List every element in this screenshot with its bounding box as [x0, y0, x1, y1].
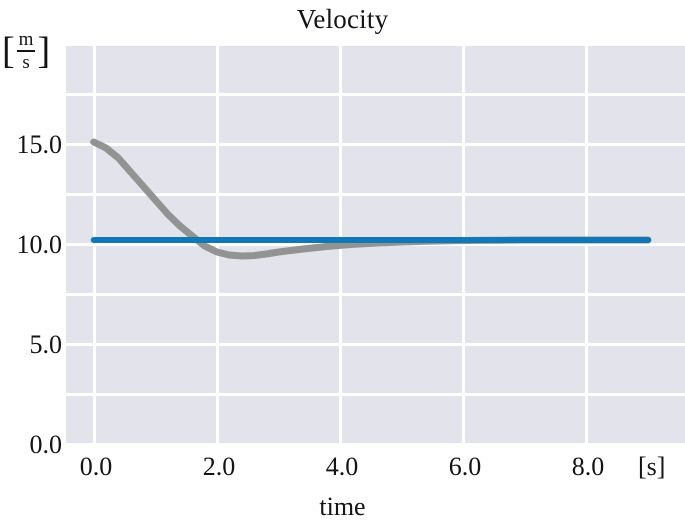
series-plot-svg	[90, 138, 652, 260]
velocity-chart-figure: Velocity [ m s ] 15.0 10.0 5.0 0.0 0.0 2…	[0, 0, 685, 531]
x-tick-label-0: 0.0	[79, 452, 113, 481]
x-axis-unit-label: [s]	[638, 452, 666, 481]
y-tick-label-15: 15.0	[16, 130, 63, 159]
x-axis-label: time	[319, 492, 366, 521]
x-tick-label-8: 8.0	[571, 452, 605, 481]
y-tick-label-10: 10.0	[16, 230, 63, 259]
x-tick-label-6: 6.0	[448, 452, 482, 481]
plot-area	[66, 45, 685, 445]
y-tick-label-5: 5.0	[29, 330, 63, 359]
y-unit-denominator: s	[22, 52, 30, 73]
x-tick-label-2: 2.0	[202, 452, 236, 481]
y-axis-unit-label: [ m s ]	[2, 30, 50, 72]
chart-title: Velocity	[296, 4, 389, 34]
y-unit-close-bracket: ]	[37, 30, 51, 72]
x-tick-label-4: 4.0	[325, 452, 359, 481]
y-unit-numerator: m	[18, 29, 34, 50]
y-unit-fraction: m s	[16, 29, 36, 73]
y-unit-open-bracket: [	[2, 30, 15, 72]
